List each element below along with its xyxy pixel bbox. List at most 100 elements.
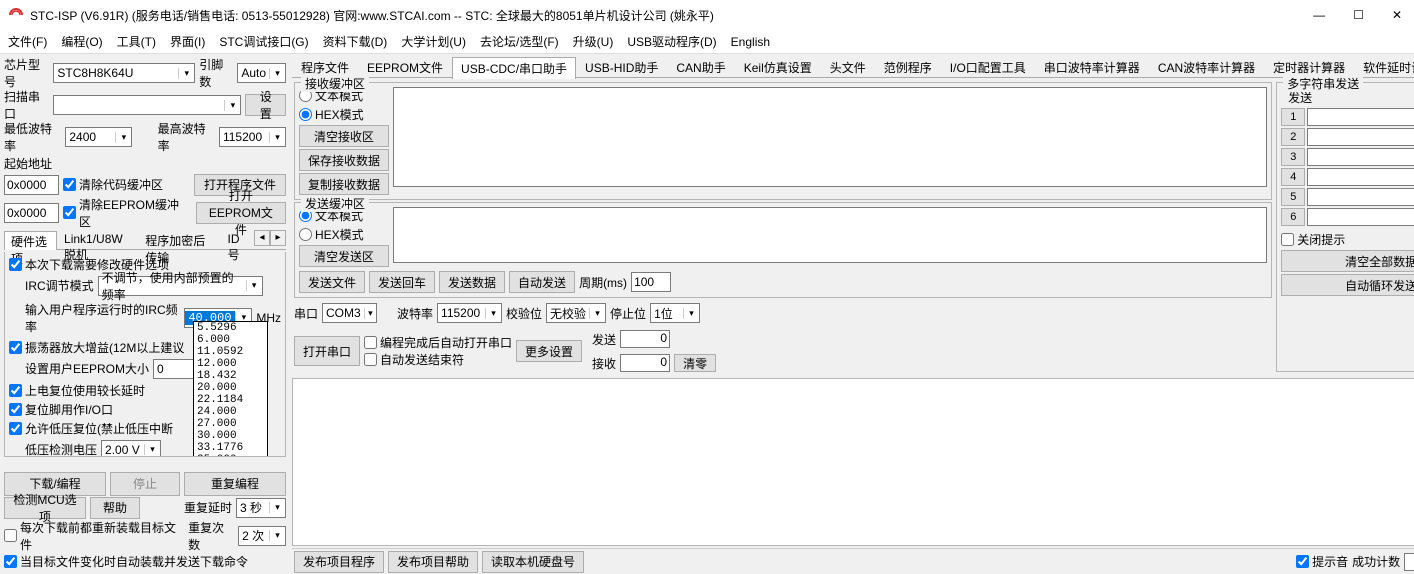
- multi-send-6[interactable]: 6: [1281, 208, 1305, 226]
- chevron-down-icon[interactable]: ▾: [589, 308, 605, 319]
- menu-program[interactable]: 编程(O): [61, 33, 102, 50]
- multi-clear-all-button[interactable]: 清空全部数据: [1281, 250, 1414, 272]
- auto-term-check[interactable]: 自动发送结束符: [364, 351, 512, 368]
- stop-select[interactable]: 1位▾: [650, 303, 700, 323]
- irc-option[interactable]: 30.000: [194, 430, 267, 442]
- irc-option[interactable]: 5.5296: [194, 322, 267, 334]
- tab-hardware[interactable]: 硬件选项: [4, 231, 57, 250]
- auto-send-button[interactable]: 自动发送: [509, 271, 575, 293]
- multi-send-1[interactable]: 1: [1281, 108, 1305, 126]
- chevron-down-icon[interactable]: ▾: [485, 308, 501, 319]
- chip-select[interactable]: STC8H8K64U▾: [53, 63, 195, 83]
- multi-input-1[interactable]: [1307, 108, 1414, 126]
- reload-file-check[interactable]: 每次下载前都重新装载目标文件: [4, 519, 180, 553]
- multi-input-4[interactable]: [1307, 168, 1414, 186]
- close-button[interactable]: ✕: [1388, 8, 1406, 22]
- max-baud-select[interactable]: 115200▾: [219, 127, 286, 147]
- irc-mode-select[interactable]: 不调节，使用内部预置的频率▾: [98, 276, 263, 296]
- send-cr-button[interactable]: 发送回车: [369, 271, 435, 293]
- tab-header[interactable]: 头文件: [821, 56, 875, 78]
- addr2-input[interactable]: [4, 203, 59, 223]
- stop-button[interactable]: 停止: [110, 472, 180, 496]
- irc-option[interactable]: 33.1776: [194, 442, 267, 454]
- tx-clear-button[interactable]: 清空发送区: [299, 245, 389, 267]
- auto-reload-check[interactable]: 当目标文件变化时自动装载并发送下载命令: [4, 553, 286, 570]
- open-port-button[interactable]: 打开串口: [294, 336, 360, 366]
- tab-id[interactable]: ID号: [220, 230, 254, 249]
- chevron-down-icon[interactable]: ▾: [269, 530, 285, 541]
- irc-option[interactable]: 6.000: [194, 334, 267, 346]
- detect-button[interactable]: 检测MCU选项: [4, 497, 86, 519]
- tx-hex-mode[interactable]: HEX模式: [299, 226, 389, 243]
- rx-hex-mode[interactable]: HEX模式: [299, 106, 389, 123]
- retry-count-select[interactable]: 2 次▾: [238, 526, 286, 546]
- port-select[interactable]: ▾: [53, 95, 241, 115]
- menu-forum[interactable]: 去论坛/选型(F): [480, 33, 559, 50]
- tab-uart-baud[interactable]: 串口波特率计算器: [1035, 56, 1149, 78]
- pins-select[interactable]: Auto▾: [237, 63, 286, 83]
- rx-textarea[interactable]: [393, 87, 1267, 187]
- count-clear-button[interactable]: 清零: [674, 354, 716, 372]
- tab-keil[interactable]: Keil仿真设置: [735, 56, 821, 78]
- chevron-down-icon[interactable]: ▾: [364, 308, 376, 319]
- auto-open-check[interactable]: 编程完成后自动打开串口: [364, 334, 512, 351]
- tx-textarea[interactable]: [393, 207, 1267, 263]
- period-input[interactable]: [631, 272, 671, 292]
- baud-select[interactable]: 115200▾: [437, 303, 502, 323]
- irc-option[interactable]: 11.0592: [194, 346, 267, 358]
- open-eeprom-file-button[interactable]: 打开EEPROM文件: [196, 202, 286, 224]
- rx-clear-button[interactable]: 清空接收区: [299, 125, 389, 147]
- menu-file[interactable]: 文件(F): [8, 33, 47, 50]
- multi-send-2[interactable]: 2: [1281, 128, 1305, 146]
- send-data-button[interactable]: 发送数据: [439, 271, 505, 293]
- chevron-down-icon[interactable]: ▾: [115, 132, 131, 143]
- clear-eeprom-check[interactable]: 清除EEPROM缓冲区: [63, 196, 188, 230]
- beep-check[interactable]: 提示音: [1296, 553, 1348, 570]
- tab-link[interactable]: Link1/U8W脱机: [57, 230, 138, 249]
- irc-option[interactable]: 27.000: [194, 418, 267, 430]
- chevron-down-icon[interactable]: ▾: [269, 502, 285, 513]
- irc-frequency-dropdown[interactable]: 5.5296 6.000 11.0592 12.000 18.432 20.00…: [193, 321, 268, 457]
- tab-io[interactable]: I/O口配置工具: [941, 56, 1035, 78]
- multi-input-5[interactable]: [1307, 188, 1414, 206]
- menu-upgrade[interactable]: 升级(U): [573, 33, 614, 50]
- multi-input-3[interactable]: [1307, 148, 1414, 166]
- chevron-down-icon[interactable]: ▾: [269, 68, 285, 79]
- irc-option[interactable]: 12.000: [194, 358, 267, 370]
- port-settings-button[interactable]: 设置: [245, 94, 286, 116]
- close-hint-check[interactable]: 关闭提示: [1281, 231, 1414, 248]
- menu-interface[interactable]: 界面(I): [170, 33, 205, 50]
- menu-usb-driver[interactable]: USB驱动程序(D): [627, 33, 716, 50]
- tab-serial-assistant[interactable]: USB-CDC/串口助手: [452, 57, 576, 79]
- repeat-button[interactable]: 重复编程: [184, 472, 286, 496]
- multi-send-3[interactable]: 3: [1281, 148, 1305, 166]
- send-file-button[interactable]: 发送文件: [299, 271, 365, 293]
- tab-encrypt[interactable]: 程序加密后传输: [138, 230, 220, 249]
- tab-can-baud[interactable]: CAN波特率计算器: [1149, 56, 1264, 78]
- minimize-button[interactable]: —: [1309, 8, 1329, 22]
- chevron-down-icon[interactable]: ▾: [144, 444, 160, 455]
- multi-send-4[interactable]: 4: [1281, 168, 1305, 186]
- multi-send-5[interactable]: 5: [1281, 188, 1305, 206]
- more-settings-button[interactable]: 更多设置: [516, 340, 582, 362]
- multi-auto-loop-button[interactable]: 自动循环发送: [1281, 274, 1414, 296]
- irc-option[interactable]: 24.000: [194, 406, 267, 418]
- multi-input-2[interactable]: [1307, 128, 1414, 146]
- chevron-down-icon[interactable]: ▾: [683, 308, 699, 319]
- rx-copy-button[interactable]: 复制接收数据: [299, 173, 389, 195]
- irc-option[interactable]: 18.432: [194, 370, 267, 382]
- menu-university[interactable]: 大学计划(U): [401, 33, 466, 50]
- publish-program-button[interactable]: 发布项目程序: [294, 551, 384, 573]
- chevron-down-icon[interactable]: ▾: [269, 132, 285, 143]
- irc-option[interactable]: 20.000: [194, 382, 267, 394]
- menu-tools[interactable]: 工具(T): [117, 33, 156, 50]
- addr1-input[interactable]: [4, 175, 59, 195]
- parity-select[interactable]: 无校验▾: [546, 303, 606, 323]
- read-disk-button[interactable]: 读取本机硬盘号: [482, 551, 584, 573]
- tab-eeprom-file[interactable]: EEPROM文件: [358, 56, 452, 78]
- serial-port-select[interactable]: COM3▾: [322, 303, 377, 323]
- chevron-down-icon[interactable]: ▾: [224, 100, 240, 111]
- lvd-select[interactable]: 2.00 V▾: [101, 440, 161, 457]
- clear-code-check[interactable]: 清除代码缓冲区: [63, 176, 163, 193]
- log-area[interactable]: [292, 378, 1414, 546]
